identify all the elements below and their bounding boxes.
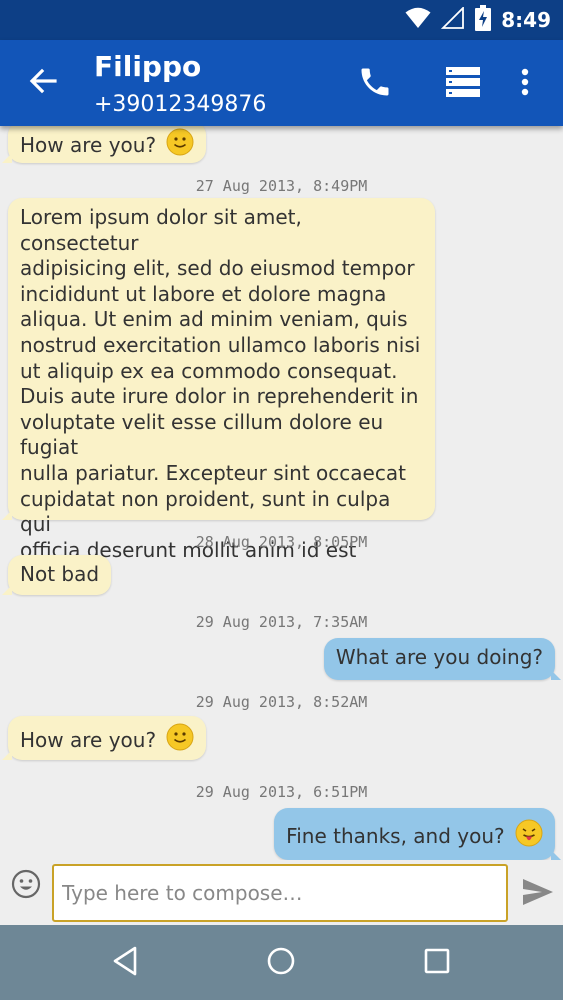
signal-icon (441, 5, 465, 34)
nav-recents-button[interactable] (416, 942, 458, 984)
list-icon (446, 66, 480, 102)
message-text: Fine thanks, and you? (286, 824, 505, 848)
compose-bar (0, 860, 563, 925)
conversation-list-button[interactable] (440, 62, 486, 106)
contact-number: +39012349876 (94, 92, 267, 117)
status-time: 8:49 (501, 8, 551, 32)
nav-back-button[interactable] (104, 942, 146, 984)
app-bar: Filippo +39012349876 (0, 40, 563, 126)
smile-emoji-icon (166, 723, 194, 758)
message-timestamp: 29 Aug 2013, 8:52AM (195, 693, 368, 711)
home-circle-icon (266, 946, 296, 981)
send-button[interactable] (518, 874, 558, 914)
message-bubble-incoming[interactable]: Not bad (1, 555, 112, 595)
message-timestamp: 29 Aug 2013, 6:51PM (195, 783, 368, 801)
message-line: nulla pariatur. Excepteur sint occaecat (20, 460, 406, 485)
message-list[interactable]: How are you? 27 Aug 2013, 8:49PM Lorem i… (0, 126, 563, 860)
message-line: aliqua. Ut enim ad minim veniam, quis (20, 307, 408, 332)
message-line: voluptate velit esse cillum dolore eu fu… (20, 409, 384, 460)
message-bubble-incoming[interactable]: Lorem ipsum dolor sit amet, consectetur … (2, 198, 435, 587)
smile-emoji-icon (166, 128, 194, 163)
message-timestamp: 27 Aug 2013, 8:49PM (195, 177, 368, 195)
message-line: nostrud exercitation ullamco laboris nis… (20, 332, 421, 357)
message-bubble-outgoing[interactable]: What are you doing? (323, 638, 562, 680)
message-timestamp: 28 Aug 2013, 8:05PM (195, 533, 368, 551)
message-bubble-incoming[interactable]: How are you? (1, 126, 207, 163)
call-button[interactable] (352, 62, 398, 106)
status-icons: 8:49 (405, 4, 551, 36)
back-triangle-icon (111, 946, 139, 981)
emoji-button[interactable] (8, 868, 44, 904)
phone-icon (357, 64, 393, 105)
contact-name: Filippo (94, 50, 202, 83)
message-line: incididunt ut labore et dolore magna (20, 281, 387, 306)
emoji-face-icon (11, 869, 41, 904)
message-line: Lorem ipsum dolor sit amet, consectetur (20, 205, 302, 255)
message-line: ut aliquip ex ea commodo consequat. (20, 358, 398, 383)
battery-charging-icon (475, 4, 492, 36)
back-arrow-icon (29, 67, 57, 100)
compose-input[interactable] (52, 864, 508, 922)
tongue-emoji-icon (515, 819, 543, 854)
message-line: adipisicing elit, sed do eiusmod tempor (20, 256, 415, 281)
message-text: How are you? (20, 728, 157, 752)
status-bar: 8:49 (0, 0, 563, 40)
recents-square-icon (424, 948, 450, 979)
more-options-button[interactable] (508, 62, 542, 106)
message-timestamp: 29 Aug 2013, 7:35AM (195, 613, 368, 631)
message-text: What are you doing? (335, 645, 543, 669)
wifi-icon (405, 7, 431, 34)
message-text: Not bad (20, 562, 100, 586)
message-line: cupidatat non proident, sunt in culpa qu… (20, 486, 391, 537)
message-bubble-incoming[interactable]: How are you? (1, 716, 207, 760)
message-line: Duis aute irure dolor in reprehenderit i… (20, 384, 419, 409)
navigation-bar (0, 925, 563, 1000)
send-icon (522, 878, 554, 911)
back-button[interactable] (22, 62, 64, 104)
message-bubble-outgoing[interactable]: Fine thanks, and you? (274, 808, 561, 860)
message-text: How are you? (20, 133, 157, 157)
more-vert-icon (521, 68, 529, 101)
nav-home-button[interactable] (260, 942, 302, 984)
